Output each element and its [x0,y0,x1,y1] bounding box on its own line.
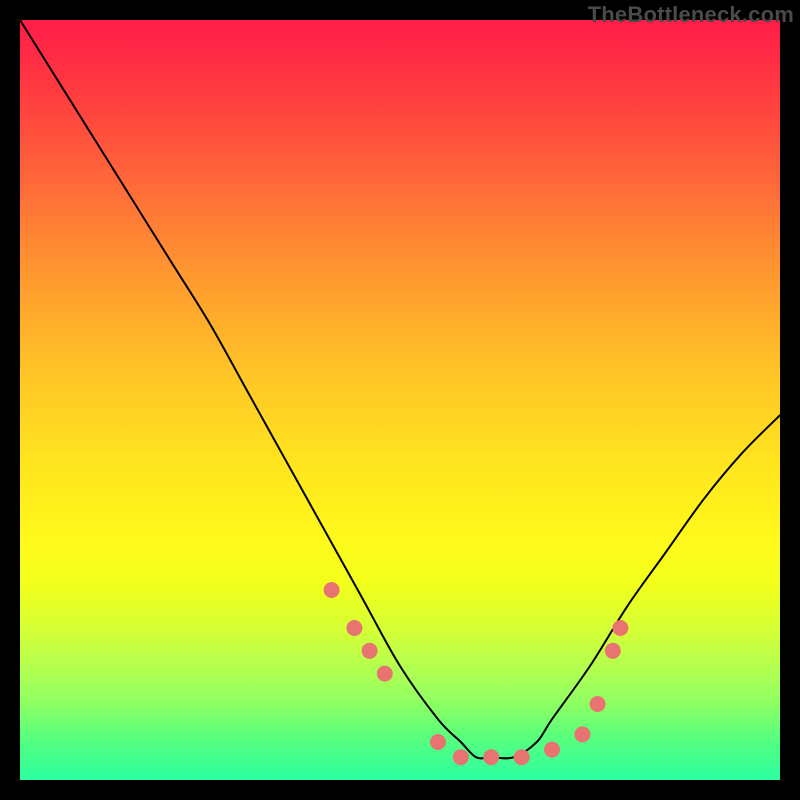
highlight-dot [453,749,469,765]
curve-svg [20,20,780,780]
highlight-dot [605,643,621,659]
chart-frame: TheBottleneck.com [0,0,800,800]
watermark-text: TheBottleneck.com [588,2,794,28]
highlight-dot [544,742,560,758]
plot-area [20,20,780,780]
highlight-dot [574,726,590,742]
highlight-dot [377,666,393,682]
highlight-dot [362,643,378,659]
highlight-dot [590,696,606,712]
highlight-dots [324,582,629,765]
highlight-dot [346,620,362,636]
highlight-dot [430,734,446,750]
highlight-dot [514,749,530,765]
highlight-dot [324,582,340,598]
highlight-dot [612,620,628,636]
highlight-dot [483,749,499,765]
bottleneck-curve [20,20,780,758]
